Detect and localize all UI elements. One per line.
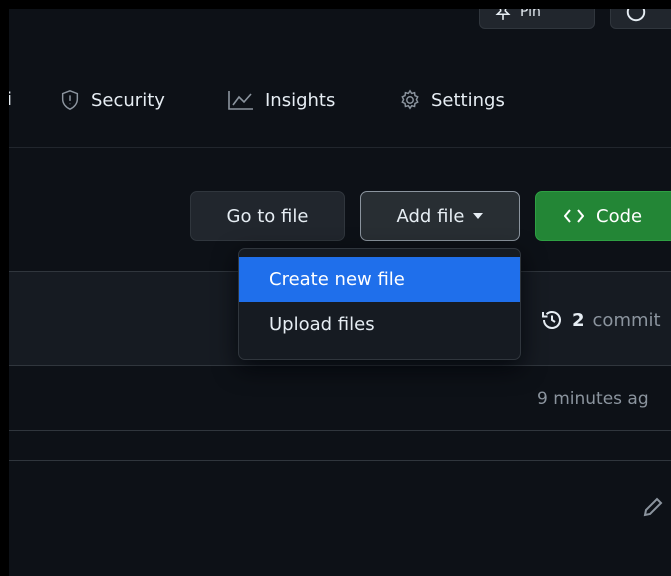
pin-label: Pin [520,9,541,20]
code-label: Code [596,205,643,227]
commits-count: 2 [572,309,585,331]
tab-insights-label: Insights [265,89,336,111]
caret-down-icon [473,213,484,219]
create-new-file-item[interactable]: Create new file [239,257,520,302]
upload-files-item[interactable]: Upload files [239,302,520,347]
pin-button[interactable]: Pin [479,9,595,29]
code-button[interactable]: Code [535,191,671,241]
commits-link[interactable]: 2 commit [540,308,661,332]
tab-security[interactable]: Security [59,89,165,111]
commits-label: commit [592,309,661,331]
readme-header [9,460,671,576]
last-updated-time: 9 minutes ag [537,389,649,409]
eye-icon [626,9,646,22]
add-file-dropdown: Create new file Upload files [238,248,521,360]
tab-partial-label: i [9,89,13,110]
gear-icon [401,89,419,110]
tab-partial[interactable]: i [9,89,12,110]
tabs-divider [9,147,671,148]
go-to-file-button[interactable]: Go to file [190,191,345,241]
tab-security-label: Security [91,89,165,111]
graph-icon [228,91,253,110]
go-to-file-label: Go to file [226,205,309,227]
gap [9,431,671,461]
add-file-label: Add file [396,205,465,227]
pencil-icon[interactable] [641,495,665,519]
tab-insights[interactable]: Insights [227,89,335,111]
shield-icon [61,90,79,110]
pin-icon [495,9,511,20]
watch-button[interactable] [610,9,671,29]
history-icon [542,311,561,329]
tab-settings[interactable]: Settings [399,89,505,111]
repo-page: Pin i Security Insights Settings Go to f… [9,9,671,576]
code-icon [564,209,584,223]
add-file-button[interactable]: Add file [360,191,520,241]
tab-settings-label: Settings [431,89,505,111]
